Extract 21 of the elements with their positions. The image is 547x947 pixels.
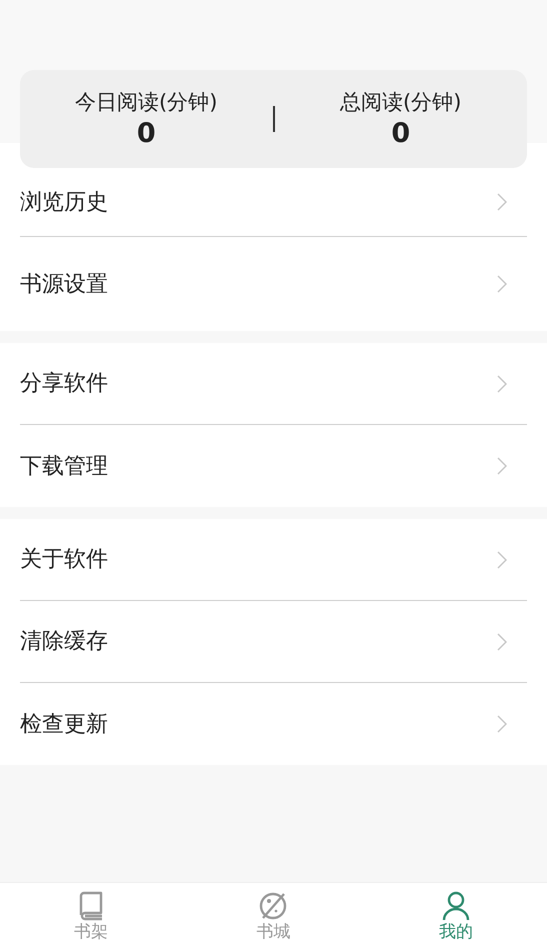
chevron-right-icon xyxy=(497,632,507,650)
chevron-right-icon xyxy=(497,457,507,475)
chevron-right-icon xyxy=(497,374,507,392)
menu-item[interactable]: 清除缓存 xyxy=(20,601,527,683)
stat-value: 0 xyxy=(136,117,156,151)
stat-label: 总阅读(分钟) xyxy=(340,89,462,116)
menu-item[interactable]: 检查更新 xyxy=(20,683,527,765)
chevron-right-icon xyxy=(497,193,507,211)
menu-item[interactable]: 书源设置 xyxy=(20,237,527,331)
stat-value: 0 xyxy=(391,117,410,151)
menu-item[interactable]: 下载管理 xyxy=(20,425,527,507)
menu-item[interactable]: 浏览历史 xyxy=(20,168,527,237)
tab[interactable]: 我的 xyxy=(364,883,547,947)
user-icon xyxy=(442,891,470,921)
chevron-right-icon xyxy=(497,550,507,568)
menu-item[interactable]: 关于软件 xyxy=(20,519,527,601)
stat-label: 今日阅读(分钟) xyxy=(75,89,218,116)
chevron-right-icon xyxy=(497,715,507,733)
menu-item[interactable]: 分享软件 xyxy=(20,343,527,425)
chevron-right-icon xyxy=(497,275,507,293)
planet-icon xyxy=(258,891,288,921)
